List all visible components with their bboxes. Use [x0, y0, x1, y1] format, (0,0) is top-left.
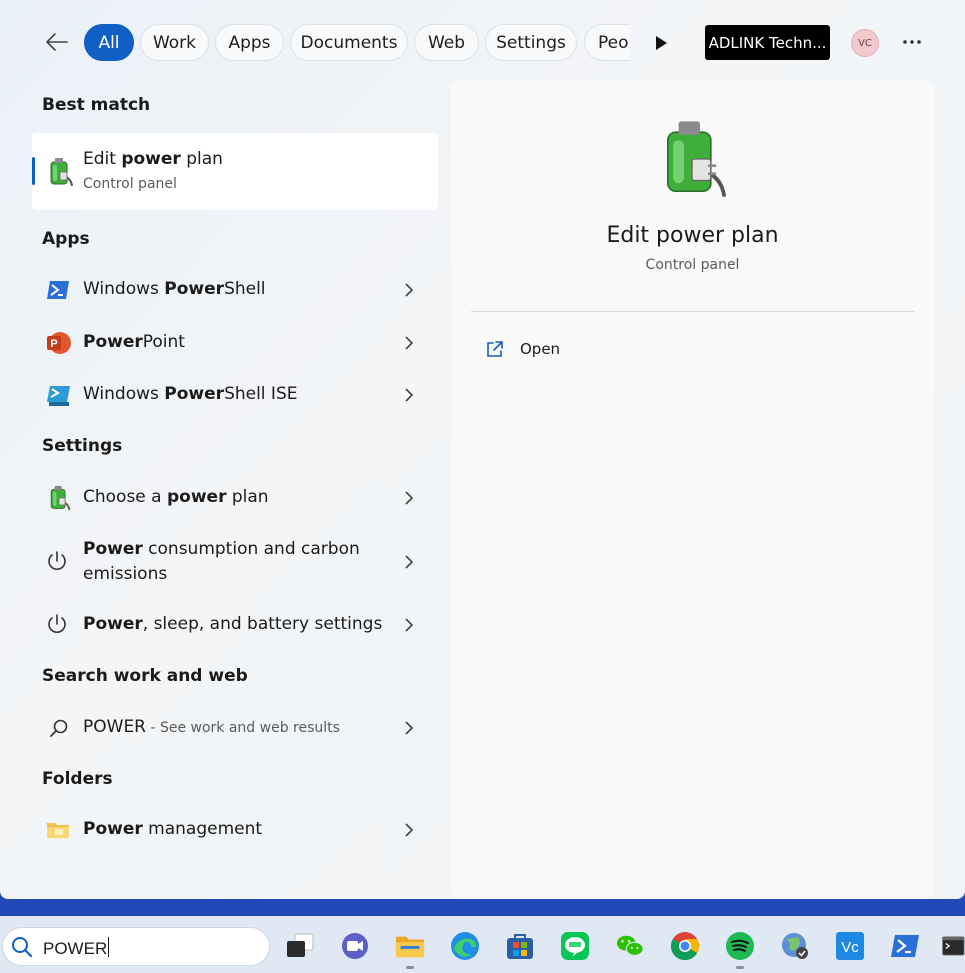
tab-all[interactable]: All — [84, 24, 134, 61]
settings-item-label: Power, sleep, and battery settings — [83, 614, 383, 634]
scroll-tabs-button[interactable] — [648, 30, 674, 56]
tab-documents[interactable]: Documents — [290, 24, 408, 61]
chevron-right-icon — [405, 823, 414, 837]
search-icon — [11, 936, 33, 962]
app-item-powerpoint[interactable]: P PowerPoint — [32, 330, 438, 356]
open-external-icon — [487, 340, 503, 357]
web-search-item[interactable]: POWER - See work and web results — [32, 715, 438, 741]
settings-item-label: Power consumption and carbon emissions — [83, 539, 360, 584]
power-icon — [46, 613, 68, 639]
chevron-right-icon — [405, 491, 414, 505]
web-search-label: POWER - See work and web results — [83, 717, 340, 737]
running-indicator — [406, 966, 414, 969]
chevron-right-icon — [405, 555, 414, 569]
search-input[interactable]: POWER — [43, 937, 110, 959]
web-heading: Search work and web — [42, 666, 248, 686]
search-icon — [49, 718, 69, 742]
running-indicator — [736, 966, 744, 969]
folder-icon — [395, 936, 425, 958]
edge-button[interactable] — [450, 931, 480, 961]
file-explorer-button[interactable] — [395, 931, 425, 961]
task-view-icon — [287, 933, 314, 957]
power-icon — [46, 550, 68, 576]
globe-icon — [782, 933, 808, 959]
terminal-button[interactable] — [940, 931, 965, 961]
app-item-label: PowerPoint — [83, 332, 185, 352]
line-button[interactable] — [560, 931, 590, 961]
best-match-subtitle: Control panel — [83, 176, 177, 192]
edge-icon — [451, 932, 479, 960]
wechat-icon — [616, 935, 644, 956]
folder-item-power-management[interactable]: Power management — [32, 817, 438, 843]
teams-meet-button[interactable] — [340, 931, 370, 961]
chevron-right-icon — [405, 388, 414, 402]
settings-heading: Settings — [42, 436, 123, 456]
open-action[interactable]: Open — [485, 338, 560, 360]
powershell-taskbar-button[interactable] — [890, 931, 920, 961]
tab-web[interactable]: Web — [414, 24, 479, 61]
play-icon — [656, 36, 667, 50]
powershell-ise-icon — [46, 384, 72, 412]
power-plan-icon — [45, 156, 75, 192]
vc-app-button[interactable]: Vc — [835, 931, 865, 961]
tab-people[interactable]: Peop — [584, 24, 630, 61]
spotify-button[interactable] — [725, 931, 755, 961]
chrome-button[interactable] — [670, 931, 700, 961]
settings-item-choose-power-plan[interactable]: Choose a power plan — [32, 484, 438, 512]
detail-subtitle: Control panel — [645, 257, 740, 273]
store-icon — [507, 934, 533, 959]
detail-divider — [471, 311, 914, 312]
tab-work[interactable]: Work — [140, 24, 209, 61]
tab-apps[interactable]: Apps — [215, 24, 284, 61]
chrome-icon — [670, 932, 699, 961]
search-panel: All Work Apps Documents Web Settings Peo… — [0, 0, 965, 899]
app-item-windows-powershell-ise[interactable]: Windows PowerShell ISE — [32, 382, 438, 408]
best-match-item[interactable]: Edit power plan Control panel — [32, 133, 438, 210]
settings-item-label: Choose a power plan — [83, 487, 269, 507]
chevron-right-icon — [405, 336, 414, 350]
svg-text:P: P — [50, 338, 57, 350]
back-arrow-icon — [46, 33, 68, 51]
network-globe-button[interactable] — [780, 931, 810, 961]
chevron-right-icon — [405, 283, 414, 297]
app-item-windows-powershell[interactable]: Windows PowerShell — [32, 277, 438, 303]
avatar[interactable]: VC — [851, 29, 879, 57]
powershell-icon — [891, 935, 919, 957]
meet-camera-icon — [342, 933, 368, 959]
best-match-title: Edit power plan — [83, 149, 223, 169]
folder-item-label: Power management — [83, 819, 263, 839]
powershell-icon — [46, 279, 70, 305]
store-button[interactable] — [505, 931, 535, 961]
spotify-icon — [726, 932, 754, 960]
organization-badge[interactable]: ADLINK Techn... — [705, 25, 830, 60]
app-item-label: Windows PowerShell ISE — [83, 384, 298, 404]
ellipsis-icon — [903, 40, 921, 44]
open-label: Open — [520, 340, 561, 358]
wechat-button[interactable] — [615, 931, 645, 961]
best-match-heading: Best match — [42, 95, 151, 115]
line-chat-icon — [561, 932, 589, 960]
power-plan-icon — [649, 116, 735, 206]
tab-settings[interactable]: Settings — [485, 24, 577, 61]
vc-app-icon: Vc — [836, 932, 864, 960]
detail-title: Edit power plan — [606, 223, 779, 248]
selection-indicator — [32, 157, 35, 185]
back-button[interactable] — [40, 26, 74, 58]
more-options-button[interactable] — [898, 30, 926, 54]
folder-icon — [46, 820, 70, 844]
task-view-button[interactable] — [285, 931, 315, 961]
svg-text:Vc: Vc — [841, 939, 859, 956]
apps-heading: Apps — [42, 229, 90, 249]
chevron-right-icon — [405, 618, 414, 632]
settings-item-power-sleep-battery[interactable]: Power, sleep, and battery settings — [32, 612, 438, 638]
settings-item-power-consumption[interactable]: Power consumption and carbon emissions — [32, 537, 438, 589]
folders-heading: Folders — [42, 769, 113, 789]
terminal-icon — [942, 936, 965, 956]
app-item-label: Windows PowerShell — [83, 279, 266, 299]
detail-pane: Edit power plan Control panel Open — [451, 80, 934, 899]
power-plan-icon — [46, 484, 72, 516]
powerpoint-icon: P — [46, 331, 72, 359]
chevron-right-icon — [405, 721, 414, 735]
taskbar-search-box[interactable]: POWER — [2, 927, 270, 966]
